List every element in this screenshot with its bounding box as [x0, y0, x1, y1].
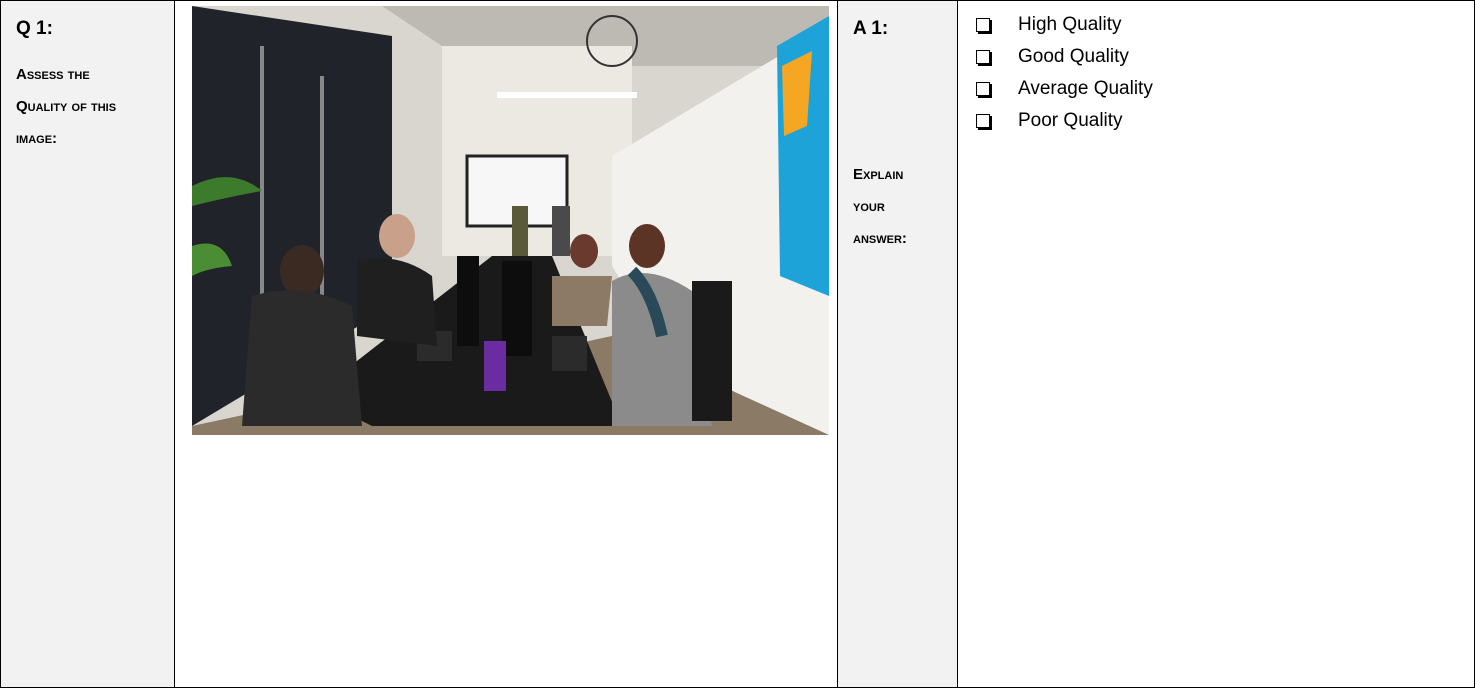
prompt-line: Assess the	[16, 66, 90, 83]
prompt-line: image:	[16, 130, 58, 147]
option-label: Average Quality	[1018, 78, 1153, 99]
option-good-quality[interactable]: Good Quality	[976, 41, 1153, 73]
option-high-quality[interactable]: High Quality	[976, 9, 1153, 41]
question-prompt: Assess the Quality of this image:	[16, 59, 166, 155]
answer-label: A 1:	[853, 18, 889, 39]
prompt-line: Quality of this	[16, 98, 117, 115]
answer-label-cell: A 1: Explain your answer:	[837, 0, 958, 688]
empty-checkbox-icon[interactable]	[976, 18, 990, 32]
explain-line: answer:	[853, 230, 907, 247]
explain-prompt: Explain your answer:	[853, 159, 953, 255]
empty-checkbox-icon[interactable]	[976, 50, 990, 64]
empty-checkbox-icon[interactable]	[976, 82, 990, 96]
empty-checkbox-icon[interactable]	[976, 114, 990, 128]
explain-line: your	[853, 198, 885, 215]
question-label: Q 1:	[16, 18, 53, 39]
option-average-quality[interactable]: Average Quality	[976, 73, 1153, 105]
option-label: High Quality	[1018, 14, 1122, 35]
office-photo	[192, 6, 829, 435]
option-label: Poor Quality	[1018, 110, 1123, 131]
option-poor-quality[interactable]: Poor Quality	[976, 105, 1153, 137]
quality-options: High Quality Good Quality Average Qualit…	[976, 9, 1153, 137]
option-label: Good Quality	[1018, 46, 1129, 67]
office-scene-image	[192, 6, 829, 435]
question-cell: Q 1: Assess the Quality of this image:	[0, 0, 175, 688]
answer-cell: High Quality Good Quality Average Qualit…	[957, 0, 1475, 688]
explain-line: Explain	[853, 166, 904, 183]
